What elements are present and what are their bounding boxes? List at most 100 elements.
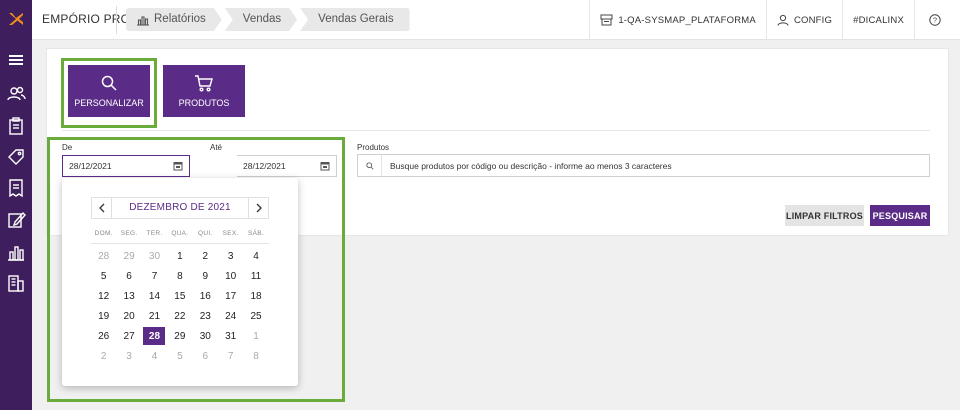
- hashtag-label: #DICALINX: [853, 14, 904, 26]
- day-cell[interactable]: 31: [218, 326, 243, 346]
- day-number: 28: [143, 327, 166, 345]
- day-number: 4: [151, 350, 158, 362]
- weekday-label: DOM.: [94, 230, 113, 237]
- day-cell[interactable]: 6: [116, 266, 141, 286]
- day-cell[interactable]: 26: [91, 326, 116, 346]
- day-number: 18: [250, 290, 262, 302]
- produtos-search-field[interactable]: [357, 154, 930, 177]
- day-number: 30: [148, 250, 161, 262]
- day-cell[interactable]: 24: [218, 306, 243, 326]
- help-button[interactable]: ?: [914, 0, 960, 40]
- breadcrumb-relatorios[interactable]: Relatórios: [126, 8, 222, 31]
- next-month-button[interactable]: [248, 198, 268, 218]
- produtos-search-input[interactable]: [390, 158, 920, 173]
- day-cell[interactable]: 6: [193, 346, 218, 366]
- day-number: 7: [227, 350, 234, 362]
- weekday-label: SEX.: [222, 230, 239, 237]
- day-cell[interactable]: 27: [116, 326, 141, 346]
- day-cell[interactable]: 28: [91, 246, 116, 266]
- logo-icon[interactable]: [7, 10, 25, 28]
- day-cell[interactable]: 10: [218, 266, 243, 286]
- day-number: 29: [123, 250, 135, 262]
- day-cell[interactable]: 4: [142, 346, 167, 366]
- month-year-title[interactable]: DEZEMBRO DE 2021: [112, 198, 248, 218]
- day-number: 4: [253, 250, 259, 262]
- day-cell[interactable]: 2: [91, 346, 116, 366]
- prev-month-button[interactable]: [92, 198, 112, 218]
- day-number: 20: [123, 310, 135, 322]
- day-cell[interactable]: 25: [243, 306, 268, 326]
- day-number: 27: [123, 330, 135, 342]
- produtos-button[interactable]: PRODUTOS: [163, 65, 245, 117]
- breadcrumb: Relatórios Vendas Vendas Gerais: [126, 8, 413, 31]
- breadcrumb-vendas-gerais[interactable]: Vendas Gerais: [300, 8, 410, 31]
- search-icon: [358, 155, 382, 176]
- edit-icon[interactable]: [6, 210, 26, 230]
- day-cell[interactable]: 23: [193, 306, 218, 326]
- day-cell[interactable]: 20: [116, 306, 141, 326]
- day-cell[interactable]: 12: [91, 286, 116, 306]
- date-picker-popup: DEZEMBRO DE 2021 DOM. SEG. TER. QUA. QUI. SEX…: [62, 178, 298, 386]
- day-cell[interactable]: 1: [167, 246, 192, 266]
- day-cell[interactable]: 13: [116, 286, 141, 306]
- breadcrumb-label: Vendas Gerais: [318, 13, 394, 25]
- hashtag-link[interactable]: #DICALINX: [842, 0, 914, 40]
- week-row: 19 20 21 22 23 24 25: [91, 306, 269, 326]
- day-number: 25: [250, 310, 262, 322]
- day-number: 7: [151, 270, 158, 282]
- day-cell-selected[interactable]: 28: [142, 326, 167, 346]
- platform-selector[interactable]: 1-QA-SYSMAP_PLATAFORMA: [589, 0, 766, 40]
- chevron-right-icon: [256, 203, 262, 213]
- day-cell[interactable]: 2: [193, 246, 218, 266]
- day-cell[interactable]: 3: [116, 346, 141, 366]
- weekday-label: TER.: [146, 230, 163, 237]
- day-cell[interactable]: 4: [243, 246, 268, 266]
- day-number: 8: [253, 350, 259, 362]
- day-cell[interactable]: 16: [193, 286, 218, 306]
- breadcrumb-label: Relatórios: [154, 13, 206, 25]
- day-number: 3: [126, 350, 132, 362]
- tag-icon[interactable]: [6, 147, 26, 167]
- day-cell[interactable]: 7: [218, 346, 243, 366]
- day-cell[interactable]: 17: [218, 286, 243, 306]
- day-cell[interactable]: 9: [193, 266, 218, 286]
- day-number: 6: [126, 270, 132, 282]
- day-cell[interactable]: 5: [167, 346, 192, 366]
- pesquisar-button[interactable]: PESQUISAR: [870, 205, 930, 226]
- day-cell[interactable]: 3: [218, 246, 243, 266]
- day-cell[interactable]: 5: [91, 266, 116, 286]
- day-cell[interactable]: 19: [91, 306, 116, 326]
- users-icon[interactable]: [6, 84, 26, 104]
- day-cell[interactable]: 8: [167, 266, 192, 286]
- day-cell[interactable]: 22: [167, 306, 192, 326]
- config-label: CONFIG: [793, 14, 833, 26]
- bar-chart-icon[interactable]: [6, 242, 26, 262]
- day-cell[interactable]: 15: [167, 286, 192, 306]
- day-cell[interactable]: 30: [142, 246, 167, 266]
- day-cell[interactable]: 11: [243, 266, 268, 286]
- receipt-icon[interactable]: [6, 178, 26, 198]
- day-cell[interactable]: 30: [193, 326, 218, 346]
- day-cell[interactable]: 7: [142, 266, 167, 286]
- day-grid: 28 29 30 1 2 3 4 5 6 7 8 9 10 11 12 13 14 15 16 17 18 19 20 21 2…: [91, 246, 269, 366]
- day-number: 5: [100, 270, 107, 282]
- day-cell[interactable]: 29: [116, 246, 141, 266]
- store-icon: [600, 14, 613, 26]
- day-cell[interactable]: 8: [243, 346, 268, 366]
- day-cell[interactable]: 21: [142, 306, 167, 326]
- weekday-label: QUI.: [197, 230, 213, 237]
- day-cell[interactable]: 14: [142, 286, 167, 306]
- clipboard-icon[interactable]: [6, 116, 26, 136]
- menu-icon[interactable]: [6, 50, 26, 70]
- day-cell[interactable]: 18: [243, 286, 268, 306]
- day-number: 12: [98, 290, 110, 302]
- cart-icon: [195, 75, 213, 92]
- limpar-filtros-button[interactable]: LIMPAR FILTROS: [785, 205, 864, 226]
- config-link[interactable]: CONFIG: [765, 0, 842, 40]
- building-icon[interactable]: [6, 273, 26, 293]
- breadcrumb-vendas[interactable]: Vendas: [225, 8, 297, 31]
- produtos-label: Produtos: [357, 143, 390, 152]
- day-cell[interactable]: 1: [243, 326, 268, 346]
- day-cell[interactable]: 29: [167, 326, 192, 346]
- day-number: 28: [98, 250, 110, 262]
